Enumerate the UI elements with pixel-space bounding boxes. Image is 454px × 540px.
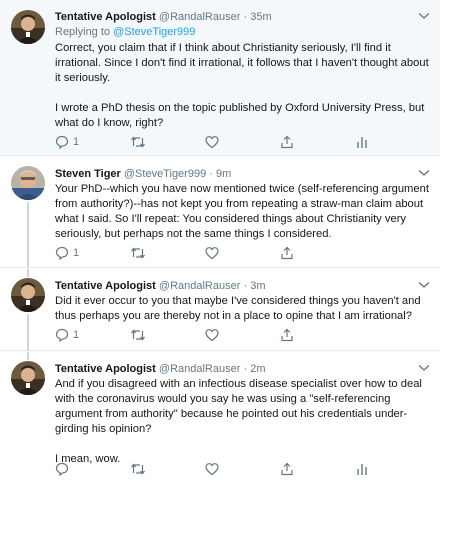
display-name[interactable]: Tentative Apologist bbox=[55, 11, 156, 23]
share-icon bbox=[281, 328, 293, 342]
tweet-actions: 1 bbox=[55, 245, 385, 261]
share-icon bbox=[281, 246, 293, 260]
reply-icon bbox=[55, 328, 69, 342]
tweet-text: Correct, you claim that if I think about… bbox=[55, 41, 431, 131]
avatar[interactable] bbox=[11, 10, 45, 44]
thread-line bbox=[27, 202, 29, 268]
replying-to: Replying to @SteveTiger999 bbox=[55, 25, 195, 39]
display-name[interactable]: Tentative Apologist bbox=[55, 280, 156, 292]
display-name[interactable]: Steven Tiger bbox=[55, 168, 121, 180]
tweet-text: And if you disagreed with an infectious … bbox=[55, 377, 431, 467]
analytics-button[interactable] bbox=[355, 461, 369, 477]
tweet-paragraph: I wrote a PhD thesis on the topic publis… bbox=[55, 102, 425, 129]
retweet-icon bbox=[131, 329, 145, 341]
tweet-text: Your PhD--which you have now mentioned t… bbox=[55, 182, 431, 242]
reply-button[interactable] bbox=[55, 461, 73, 477]
tweet-actions bbox=[55, 461, 385, 477]
share-button[interactable] bbox=[280, 461, 294, 477]
avatar[interactable] bbox=[11, 166, 45, 200]
replying-to-label: Replying to bbox=[55, 26, 111, 38]
heart-icon bbox=[205, 463, 219, 476]
reply-button[interactable]: 1 bbox=[55, 245, 79, 261]
like-button[interactable] bbox=[205, 245, 223, 261]
share-button[interactable] bbox=[280, 134, 294, 150]
thread-line bbox=[27, 269, 29, 277]
analytics-button[interactable] bbox=[355, 134, 369, 150]
heart-icon bbox=[205, 247, 219, 260]
separator-dot: · bbox=[243, 11, 248, 23]
analytics-icon bbox=[357, 137, 367, 148]
tweet[interactable]: Steven Tiger @SteveTiger999 · 9m Your Ph… bbox=[0, 157, 440, 268]
tweet-actions: 1 bbox=[55, 134, 385, 150]
chevron-down-icon[interactable] bbox=[418, 281, 430, 289]
tweet-actions: 1 bbox=[55, 327, 385, 343]
reply-icon bbox=[55, 246, 69, 260]
chevron-down-icon[interactable] bbox=[418, 169, 430, 177]
timestamp[interactable]: 3m bbox=[250, 280, 265, 292]
share-icon bbox=[281, 135, 293, 149]
analytics-icon bbox=[357, 464, 367, 475]
share-button[interactable] bbox=[280, 327, 294, 343]
user-handle[interactable]: @RandalRauser bbox=[159, 11, 241, 23]
heart-icon bbox=[205, 329, 219, 342]
share-button[interactable] bbox=[280, 245, 294, 261]
chevron-down-icon[interactable] bbox=[418, 12, 430, 20]
reply-icon bbox=[55, 135, 69, 149]
avatar[interactable] bbox=[11, 278, 45, 312]
avatar-image bbox=[11, 278, 45, 312]
tweet-header: Tentative Apologist @RandalRauser · 3m bbox=[55, 279, 265, 293]
display-name[interactable]: Tentative Apologist bbox=[55, 363, 156, 375]
separator-dot: · bbox=[209, 168, 213, 180]
avatar-image bbox=[11, 361, 45, 395]
tweet-paragraph: Correct, you claim that if I think about… bbox=[55, 42, 429, 84]
retweet-button[interactable] bbox=[130, 245, 150, 261]
tweet-header: Tentative Apologist @RandalRauser · 35m bbox=[55, 10, 272, 24]
avatar-image bbox=[11, 166, 45, 200]
like-button[interactable] bbox=[205, 134, 223, 150]
tweet-paragraph: Your PhD--which you have now mentioned t… bbox=[55, 183, 429, 240]
avatar-image bbox=[11, 10, 45, 44]
user-handle[interactable]: @RandalRauser bbox=[159, 280, 241, 292]
like-button[interactable] bbox=[205, 461, 223, 477]
reply-count: 1 bbox=[73, 329, 80, 341]
reply-button[interactable]: 1 bbox=[55, 327, 79, 343]
tweet-paragraph: And if you disagreed with an infectious … bbox=[55, 378, 422, 435]
separator-dot: · bbox=[243, 280, 248, 292]
tweet[interactable]: Tentative Apologist @RandalRauser · 2m A… bbox=[0, 352, 440, 492]
avatar[interactable] bbox=[11, 361, 45, 395]
thread-line bbox=[27, 352, 29, 360]
tweet[interactable]: Tentative Apologist @RandalRauser · 35m … bbox=[0, 0, 440, 156]
retweet-button[interactable] bbox=[130, 461, 150, 477]
share-icon bbox=[281, 462, 293, 476]
chevron-down-icon[interactable] bbox=[418, 364, 430, 372]
reply-icon bbox=[55, 462, 69, 476]
retweet-button[interactable] bbox=[130, 134, 150, 150]
reply-count: 1 bbox=[73, 136, 80, 148]
separator-dot: · bbox=[243, 363, 248, 375]
timestamp[interactable]: 2m bbox=[250, 363, 265, 375]
reply-button[interactable]: 1 bbox=[55, 134, 79, 150]
user-handle[interactable]: @RandalRauser bbox=[159, 363, 241, 375]
timestamp[interactable]: 35m bbox=[250, 11, 271, 23]
retweet-icon bbox=[131, 136, 145, 148]
heart-icon bbox=[205, 136, 219, 149]
thread-line bbox=[27, 314, 29, 351]
retweet-icon bbox=[131, 247, 145, 259]
tweet-text: Did it ever occur to you that maybe I've… bbox=[55, 294, 431, 324]
timestamp[interactable]: 9m bbox=[216, 168, 231, 180]
retweet-button[interactable] bbox=[130, 327, 150, 343]
reply-count: 1 bbox=[73, 247, 80, 259]
retweet-icon bbox=[131, 463, 145, 475]
replying-to-handle[interactable]: @SteveTiger999 bbox=[113, 26, 195, 38]
like-button[interactable] bbox=[205, 327, 223, 343]
user-handle[interactable]: @SteveTiger999 bbox=[124, 168, 206, 180]
tweet[interactable]: Tentative Apologist @RandalRauser · 3m D… bbox=[0, 269, 440, 351]
tweet-paragraph: Did it ever occur to you that maybe I've… bbox=[55, 295, 421, 322]
tweet-header: Tentative Apologist @RandalRauser · 2m bbox=[55, 362, 265, 376]
tweet-header: Steven Tiger @SteveTiger999 · 9m bbox=[55, 167, 231, 181]
